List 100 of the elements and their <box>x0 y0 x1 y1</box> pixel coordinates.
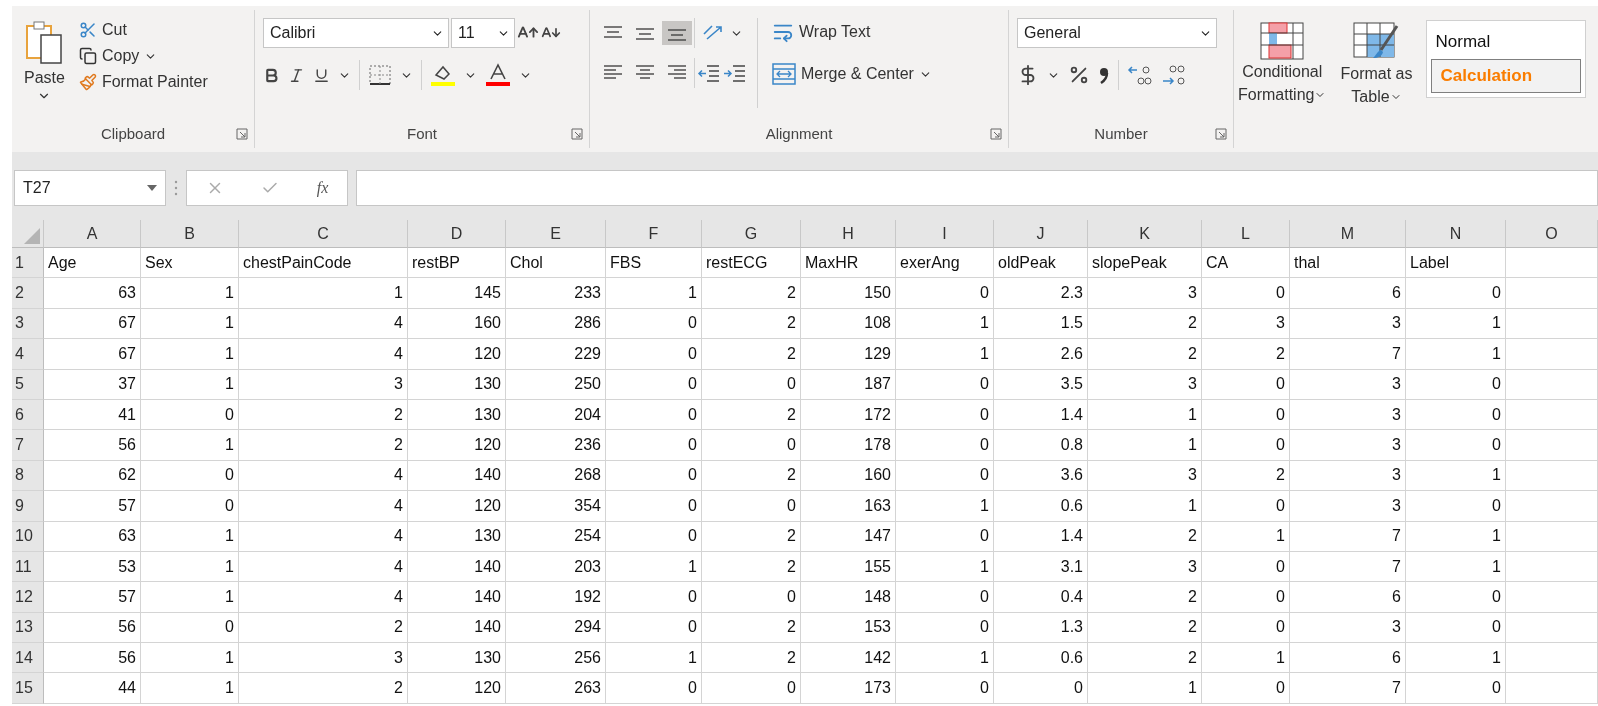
paste-button[interactable]: Paste <box>20 18 69 125</box>
font-name-field[interactable]: Calibri <box>263 18 449 48</box>
table-cell: 172 <box>801 399 896 431</box>
row-header[interactable]: 15 <box>12 673 44 704</box>
table-cell: 1 <box>606 643 702 674</box>
table-cell: 2 <box>702 339 801 370</box>
fill-color-icon[interactable] <box>430 63 456 87</box>
table-cell: 0 <box>1202 551 1290 583</box>
table-cell: 63 <box>44 278 141 309</box>
dialog-launcher-icon[interactable] <box>1215 128 1227 140</box>
table-cell: 0 <box>1202 399 1290 431</box>
font-size-field[interactable]: 11 <box>451 18 515 48</box>
table-cell: 1 <box>141 339 239 370</box>
table-cell: 3 <box>1290 491 1406 522</box>
column-header[interactable]: O <box>1506 220 1598 248</box>
table-cell: 0 <box>896 430 994 461</box>
row-header[interactable]: 4 <box>12 339 44 370</box>
percent-icon[interactable] <box>1068 64 1090 86</box>
table-cell: 0 <box>606 339 702 370</box>
row-header[interactable]: 11 <box>12 551 44 583</box>
column-header[interactable]: A <box>44 220 141 248</box>
table-cell: 142 <box>801 643 896 674</box>
column-header[interactable]: D <box>408 220 506 248</box>
row-header[interactable]: 9 <box>12 491 44 522</box>
decrease-indent-icon[interactable] <box>697 64 721 82</box>
table-cell: 1 <box>1088 491 1202 522</box>
table-cell: 0 <box>896 582 994 613</box>
column-header[interactable]: I <box>896 220 994 248</box>
number-format-field[interactable]: General <box>1017 18 1217 48</box>
bottom-align-button[interactable] <box>662 21 692 45</box>
row-header[interactable]: 5 <box>12 369 44 400</box>
formula-field[interactable] <box>356 170 1598 206</box>
row-header[interactable]: 1 <box>12 248 44 279</box>
table-cell: 67 <box>44 339 141 370</box>
table-cell: restBP <box>408 248 506 279</box>
column-header[interactable]: K <box>1088 220 1202 248</box>
table-cell: restECG <box>702 248 801 279</box>
bold-icon[interactable] <box>263 66 280 84</box>
wrap-text-button[interactable]: Wrap Text <box>768 18 936 46</box>
font-color-icon[interactable] <box>485 63 511 87</box>
row-header[interactable]: 10 <box>12 521 44 552</box>
column-header[interactable]: B <box>141 220 239 248</box>
copy-button[interactable]: Copy <box>74 44 212 68</box>
dialog-launcher-icon[interactable] <box>236 128 248 140</box>
row-header[interactable]: 14 <box>12 643 44 674</box>
table-cell: 3.1 <box>994 551 1088 583</box>
table-cell: 1 <box>1202 521 1290 552</box>
group-label: Clipboard <box>100 125 166 144</box>
table-cell: 1 <box>896 551 994 583</box>
row-header[interactable]: 7 <box>12 430 44 461</box>
conditional-formatting-button[interactable]: Conditional Formatting <box>1234 20 1331 109</box>
increase-indent-icon[interactable] <box>723 64 747 82</box>
cut-button[interactable]: Cut <box>74 18 212 42</box>
table-cell: 0 <box>896 369 994 400</box>
column-header[interactable]: C <box>239 220 408 248</box>
table-cell: 0 <box>1202 673 1290 704</box>
table-cell: 4 <box>239 582 408 613</box>
underline-icon[interactable] <box>313 66 330 84</box>
borders-icon[interactable] <box>368 64 392 86</box>
row-header[interactable]: 8 <box>12 460 44 492</box>
row-header[interactable]: 12 <box>12 582 44 613</box>
row-header[interactable]: 13 <box>12 612 44 644</box>
row-header[interactable]: 2 <box>12 278 44 309</box>
dialog-launcher-icon[interactable] <box>571 128 583 140</box>
table-cell: 1 <box>141 643 239 674</box>
format-painter-button[interactable]: Format Painter <box>74 70 212 94</box>
table-cell: 1 <box>141 278 239 309</box>
table-cell: 2 <box>1088 643 1202 674</box>
row-header[interactable]: 3 <box>12 308 44 340</box>
row-header[interactable]: 6 <box>12 399 44 431</box>
format-as-table-button[interactable]: Format as Table <box>1336 20 1417 111</box>
italic-icon[interactable] <box>288 66 305 84</box>
table-cell: 2 <box>1088 582 1202 613</box>
column-header[interactable]: G <box>702 220 801 248</box>
column-header[interactable]: M <box>1290 220 1406 248</box>
merge-center-button[interactable]: Merge & Center <box>768 60 936 88</box>
table-cell: 268 <box>506 460 606 492</box>
scissors-icon <box>78 21 97 39</box>
table-cell: 2 <box>1202 460 1290 492</box>
table-cell: 2 <box>702 521 801 552</box>
column-header[interactable]: F <box>606 220 702 248</box>
table-cell: 3 <box>1290 460 1406 492</box>
insert-function-button[interactable]: fx <box>316 179 329 197</box>
table-cell: 0 <box>1202 278 1290 309</box>
table-cell: 7 <box>1290 551 1406 583</box>
column-header[interactable]: N <box>1406 220 1506 248</box>
column-header[interactable]: J <box>994 220 1088 248</box>
table-cell: 4 <box>239 339 408 370</box>
table-cell: 44 <box>44 673 141 704</box>
column-header[interactable]: L <box>1202 220 1290 248</box>
column-header[interactable]: H <box>801 220 896 248</box>
name-box[interactable]: T27 <box>14 170 166 206</box>
column-header[interactable]: E <box>506 220 606 248</box>
table-cell: 1 <box>1406 339 1506 370</box>
table-cell: 0 <box>1406 491 1506 522</box>
copy-icon <box>78 47 97 65</box>
dialog-launcher-icon[interactable] <box>990 128 1002 140</box>
decrease-decimal-icon[interactable] <box>1161 63 1187 87</box>
table-cell: 0 <box>606 460 702 492</box>
increase-decimal-icon[interactable] <box>1127 63 1153 87</box>
